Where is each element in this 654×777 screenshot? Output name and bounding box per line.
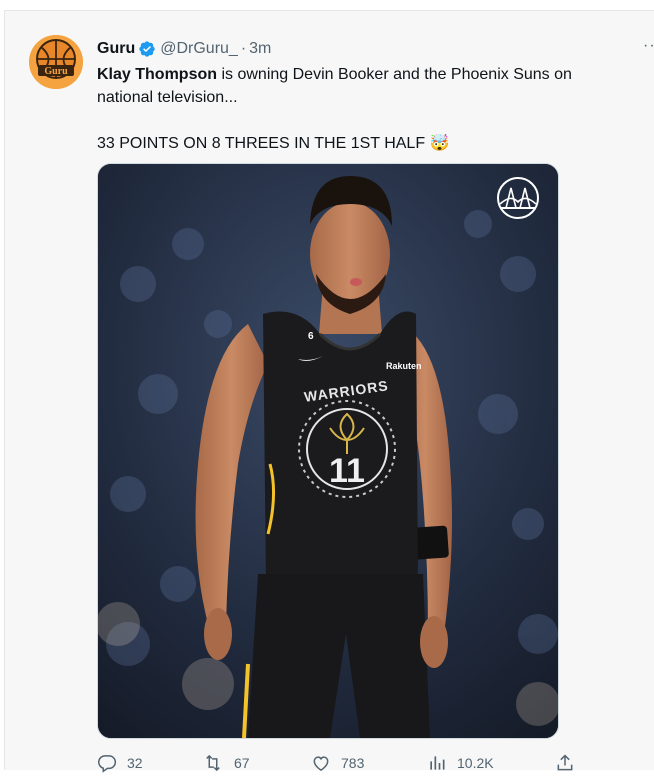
views-icon [427, 753, 447, 773]
share-icon [555, 753, 575, 773]
tweet-photo[interactable]: 6 Rakuten WARRIORS 11 [97, 163, 559, 739]
tweet-text: Klay Thompson is owning Devin Booker and… [97, 63, 617, 155]
retweet-button[interactable]: 67 [202, 753, 250, 773]
views-button[interactable]: 10.2K [427, 753, 494, 773]
action-bar: 32 67 783 10.2K [97, 753, 577, 777]
author-handle[interactable]: @DrGuru_ [160, 40, 238, 58]
more-icon[interactable]: ·· [643, 37, 654, 55]
reply-button[interactable]: 32 [97, 753, 143, 773]
jersey-number: 11 [329, 452, 365, 490]
tweet-header: Guru @DrGuru_ · 3m [97, 39, 271, 59]
reply-icon [97, 753, 117, 773]
jersey-sponsor: Rakuten [386, 361, 422, 371]
tweet-text-line2: 33 POINTS ON 8 THREES IN THE 1ST HALF 🤯 [97, 135, 450, 152]
verified-badge-icon [138, 40, 156, 58]
like-button[interactable]: 783 [311, 753, 364, 773]
share-button[interactable] [555, 753, 575, 773]
separator-dot: · [240, 40, 247, 57]
avatar[interactable]: Guru [29, 35, 83, 89]
tweet-card[interactable]: Guru Guru @DrGuru_ · 3m ·· Klay Thompson… [4, 10, 654, 773]
jersey-small-number: 6 [308, 331, 314, 342]
avatar-label: Guru [44, 66, 68, 77]
like-icon [311, 753, 331, 773]
author-name[interactable]: Guru [97, 40, 135, 58]
tweet-text-bold: Klay Thompson [97, 66, 218, 83]
tweet-timestamp[interactable]: 3m [249, 40, 271, 58]
retweet-icon [202, 753, 224, 773]
